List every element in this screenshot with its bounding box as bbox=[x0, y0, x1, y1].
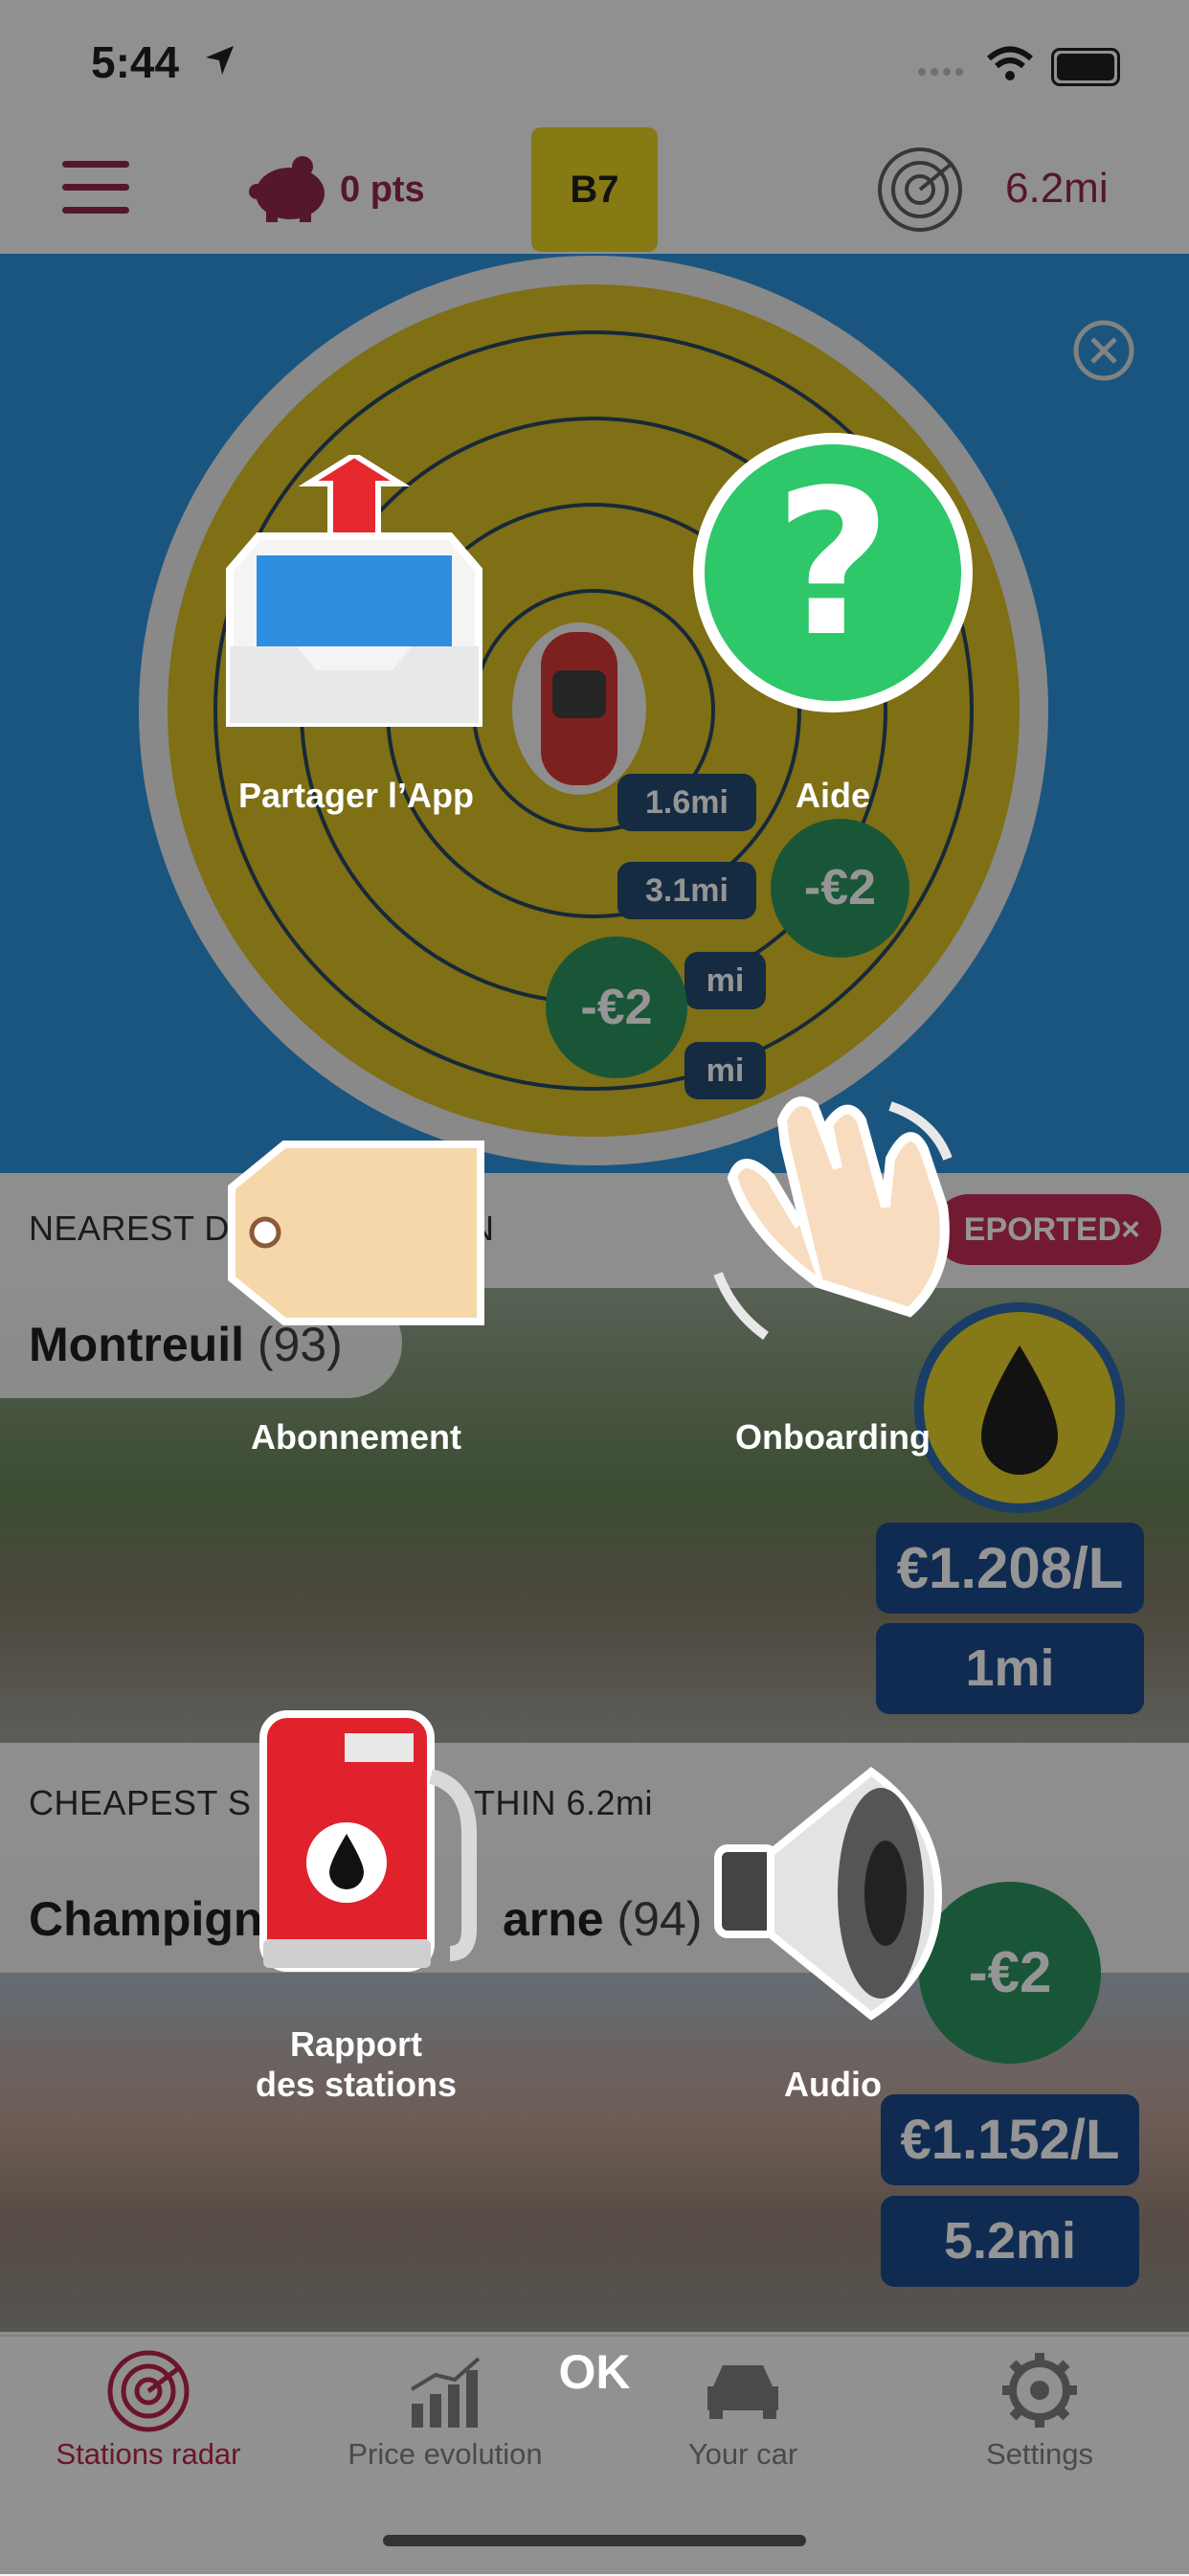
svg-text:?: ? bbox=[774, 446, 891, 681]
menu-onboarding-label[interactable]: Onboarding bbox=[661, 1417, 1005, 1457]
fuel-pump-icon[interactable] bbox=[254, 1709, 493, 1977]
ok-button[interactable]: OK bbox=[547, 2344, 642, 2400]
menu-audio-label[interactable]: Audio bbox=[661, 2065, 1005, 2105]
menu-overlay[interactable] bbox=[0, 0, 1189, 2574]
waving-hand-icon[interactable] bbox=[694, 1092, 967, 1379]
help-question-icon[interactable]: ? bbox=[687, 427, 979, 719]
speaker-icon[interactable] bbox=[694, 1762, 943, 2021]
menu-share-label[interactable]: Partager l’App bbox=[184, 776, 528, 816]
menu-subscription-label[interactable]: Abonnement bbox=[184, 1417, 528, 1457]
menu-station-report-label-1[interactable]: Rapport bbox=[184, 2024, 528, 2065]
menu-help-label[interactable]: Aide bbox=[661, 776, 1005, 816]
tag-icon[interactable] bbox=[222, 1140, 490, 1326]
menu-station-report-label-2[interactable]: des stations bbox=[184, 2065, 528, 2105]
home-indicator[interactable] bbox=[383, 2535, 806, 2546]
share-outbox-icon[interactable] bbox=[220, 455, 488, 737]
